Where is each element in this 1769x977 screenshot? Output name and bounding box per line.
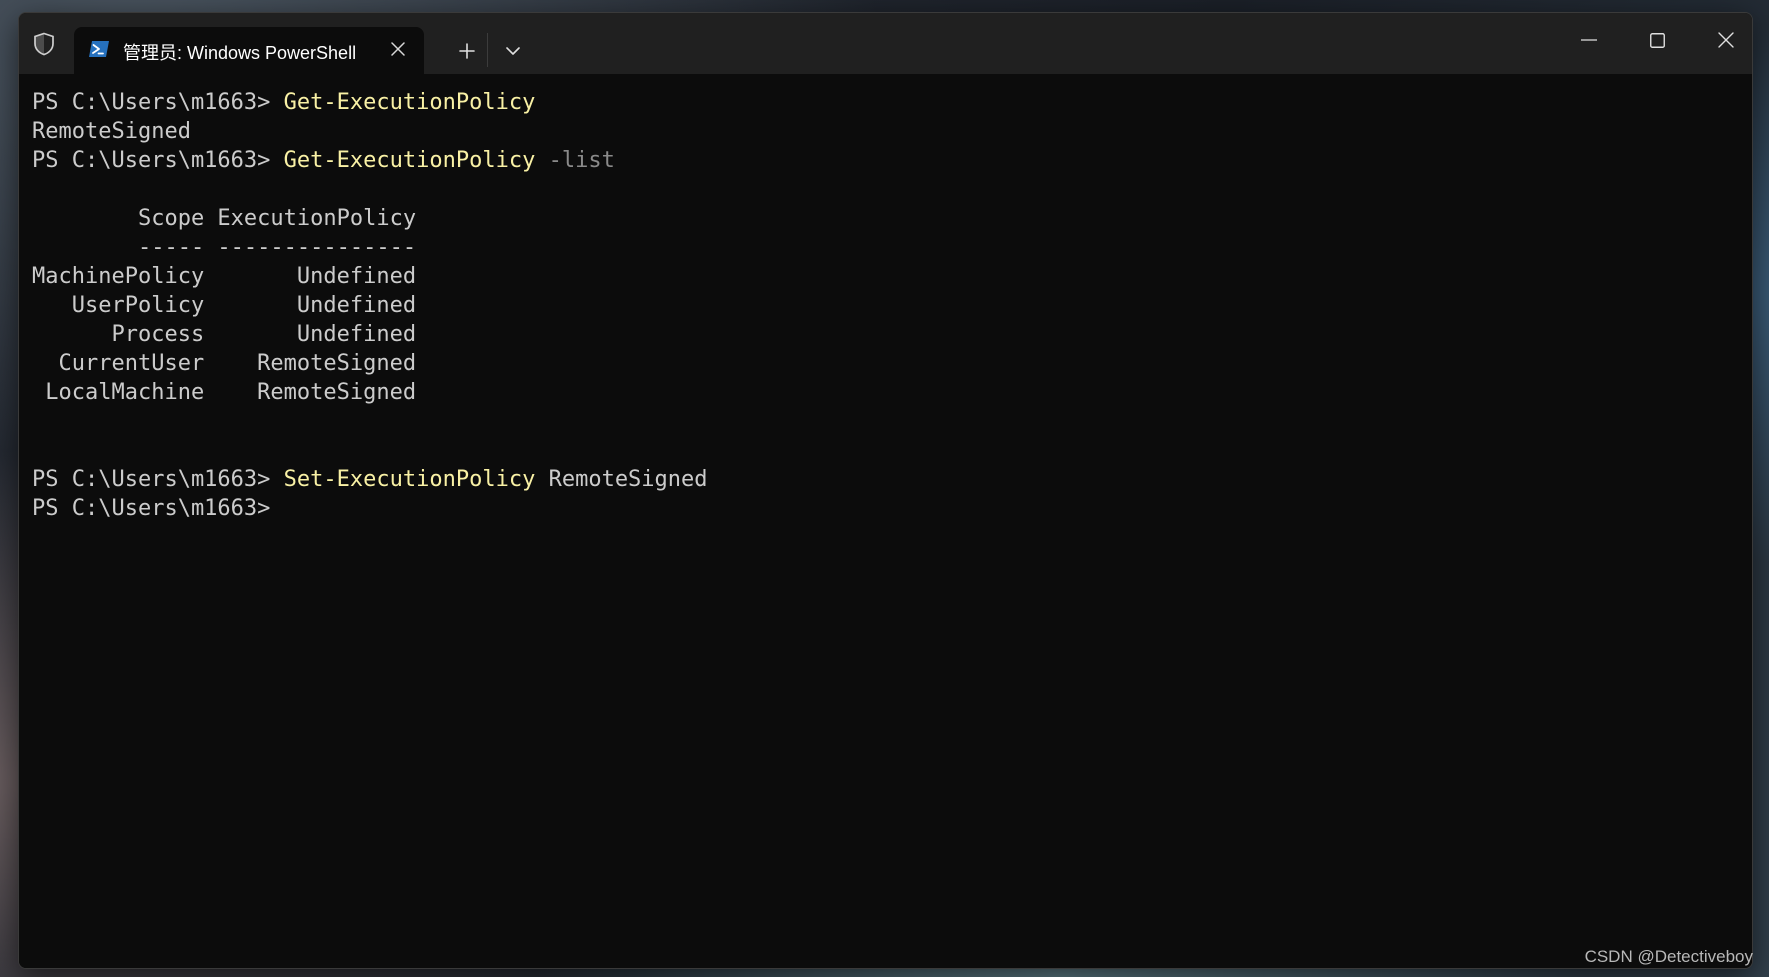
- terminal-line: PS C:\Users\m1663> Get-ExecutionPolicy: [32, 88, 1752, 117]
- terminal-line: PS C:\Users\m1663>: [32, 494, 1752, 523]
- tab-title: 管理员: Windows PowerShell: [123, 43, 357, 63]
- table-row: MachinePolicy Undefined: [32, 264, 417, 289]
- prompt: PS C:\Users\m1663>: [32, 496, 284, 521]
- chevron-down-icon[interactable]: [497, 35, 529, 67]
- table-row: CurrentUser RemoteSigned: [32, 351, 417, 376]
- tab-powershell[interactable]: 管理员: Windows PowerShell: [74, 27, 424, 74]
- shield-icon[interactable]: [29, 29, 59, 59]
- terminal-output[interactable]: PS C:\Users\m1663> Get-ExecutionPolicy R…: [19, 74, 1752, 968]
- powershell-icon: [88, 38, 110, 60]
- terminal-line: PS C:\Users\m1663> Set-ExecutionPolicy R…: [32, 465, 1752, 494]
- table-row: Process Undefined: [32, 322, 417, 347]
- close-icon[interactable]: [385, 36, 411, 62]
- command: Get-ExecutionPolicy: [283, 148, 536, 173]
- terminal-line: PS C:\Users\m1663> Get-ExecutionPolicy -…: [32, 146, 1752, 175]
- terminal-window: 管理员: Windows PowerShell PS C:\Users\m166…: [18, 12, 1753, 969]
- command: Get-ExecutionPolicy: [283, 90, 536, 115]
- table-header: Scope ExecutionPolicy: [32, 206, 417, 231]
- table-row: LocalMachine RemoteSigned: [32, 380, 417, 405]
- plus-icon[interactable]: [451, 35, 483, 67]
- prompt: PS C:\Users\m1663>: [32, 148, 284, 173]
- title-bar[interactable]: 管理员: Windows PowerShell: [19, 13, 1752, 74]
- minimize-icon[interactable]: [1564, 23, 1614, 57]
- output-text: RemoteSigned: [32, 119, 191, 144]
- close-icon[interactable]: [1701, 23, 1751, 57]
- prompt: PS C:\Users\m1663>: [32, 467, 284, 492]
- command-argument: RemoteSigned: [535, 467, 708, 492]
- watermark: CSDN @Detectiveboy: [1584, 947, 1753, 966]
- prompt: PS C:\Users\m1663>: [32, 90, 284, 115]
- tab-separator: [487, 33, 488, 67]
- terminal-line: RemoteSigned: [32, 117, 1752, 146]
- command: Set-ExecutionPolicy: [283, 467, 536, 492]
- maximize-icon[interactable]: [1632, 23, 1682, 57]
- table-row: UserPolicy Undefined: [32, 293, 417, 318]
- table-divider: ----- ---------------: [32, 235, 417, 260]
- command-parameter: -list: [535, 148, 615, 173]
